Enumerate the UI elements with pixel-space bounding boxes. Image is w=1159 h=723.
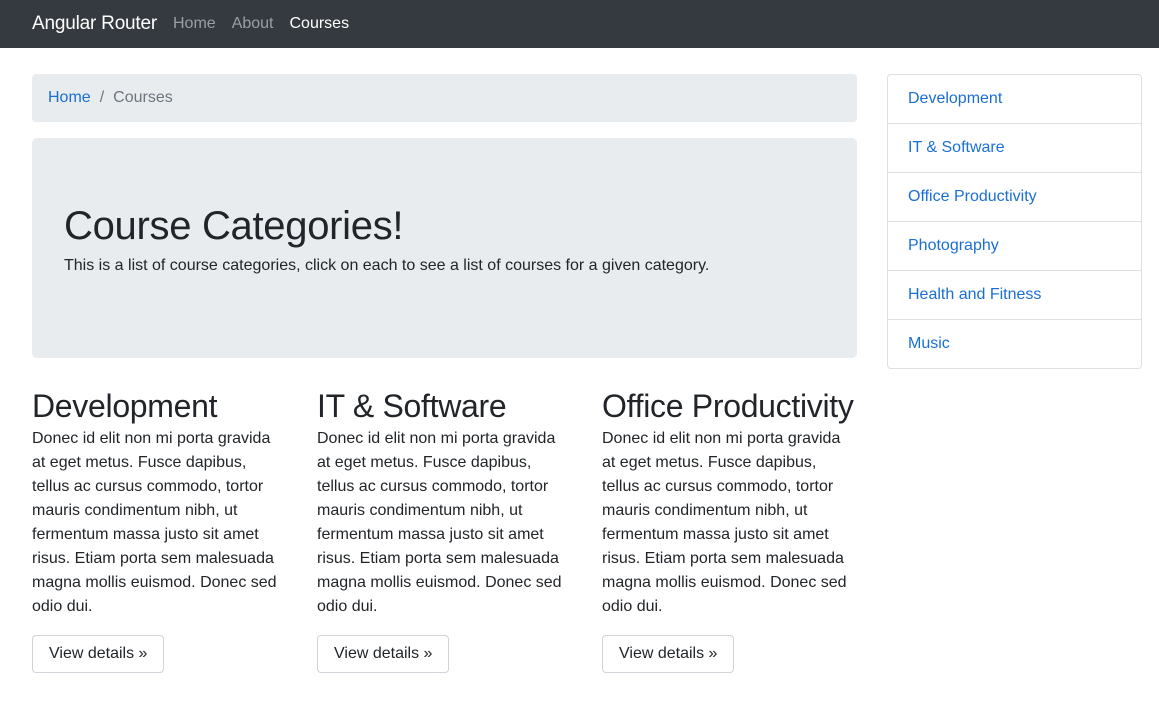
category-description: Donec id elit non mi porta gravida at eg… [32, 430, 277, 615]
page-subtitle: This is a list of course categories, cli… [64, 257, 710, 274]
sidebar-item-music[interactable]: Music [888, 319, 1141, 368]
category-description: Donec id elit non mi porta gravida at eg… [602, 430, 847, 615]
category-title: Office Productivity [602, 388, 854, 424]
breadcrumb-separator: / [99, 89, 105, 106]
nav-link-home[interactable]: Home [173, 12, 216, 36]
category-card-office-productivity: Office Productivity Donec id elit non mi… [602, 389, 858, 673]
category-card-it-software: IT & Software Donec id elit non mi porta… [317, 389, 573, 673]
sidebar-item-development[interactable]: Development [888, 75, 1141, 123]
nav-link-about[interactable]: About [232, 12, 274, 36]
category-sidebar-list: Development IT & Software Office Product… [887, 74, 1142, 369]
sidebar-item-office-productivity[interactable]: Office Productivity [888, 172, 1141, 221]
category-description: Donec id elit non mi porta gravida at eg… [317, 430, 562, 615]
brand-logo-text[interactable]: Angular Router [32, 12, 157, 36]
category-card-development: Development Donec id elit non mi porta g… [32, 389, 288, 673]
top-navbar: Angular Router Home About Courses [0, 0, 1159, 48]
page-title: Course Categories! [64, 204, 404, 248]
sidebar-item-health-fitness[interactable]: Health and Fitness [888, 270, 1141, 319]
view-details-button[interactable]: View details » [32, 635, 165, 673]
breadcrumb-current: Courses [113, 89, 173, 106]
breadcrumb: Home / Courses [32, 74, 857, 122]
category-title: Development [32, 388, 218, 424]
hero-panel: Course Categories! This is a list of cou… [32, 138, 857, 358]
sidebar-item-photography[interactable]: Photography [888, 221, 1141, 270]
breadcrumb-home-link[interactable]: Home [48, 86, 91, 110]
view-details-button[interactable]: View details » [317, 635, 450, 673]
view-details-button[interactable]: View details » [602, 635, 735, 673]
category-title: IT & Software [317, 388, 507, 424]
nav-link-courses[interactable]: Courses [290, 12, 350, 36]
sidebar-item-it-software[interactable]: IT & Software [888, 123, 1141, 172]
